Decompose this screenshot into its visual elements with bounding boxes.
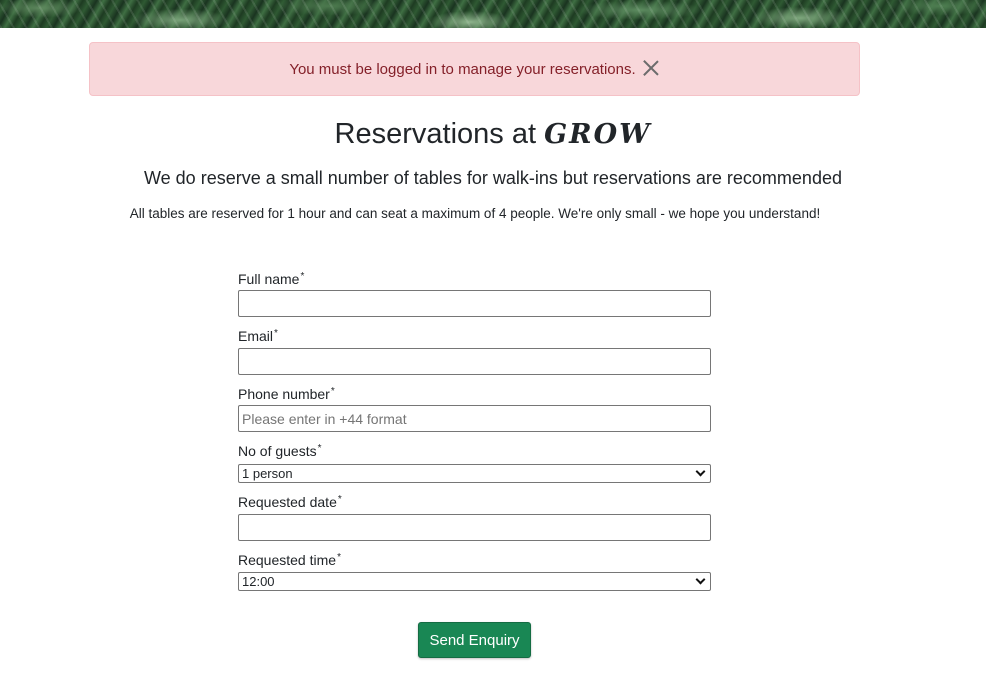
date-input[interactable] — [238, 514, 711, 541]
required-marker: * — [300, 271, 305, 282]
guests-select[interactable]: 1 person — [238, 464, 711, 483]
email-label: Email* — [238, 328, 278, 344]
email-label-text: Email — [238, 328, 274, 344]
header-leaf-banner — [0, 0, 986, 28]
close-icon[interactable] — [642, 59, 660, 77]
time-label: Requested time* — [238, 552, 341, 568]
time-label-text: Requested time — [238, 552, 337, 568]
brand-name: GROW — [544, 119, 652, 150]
login-required-alert: You must be logged in to manage your res… — [89, 42, 860, 96]
send-enquiry-button[interactable]: Send Enquiry — [418, 622, 531, 658]
required-marker: * — [330, 386, 335, 397]
full-name-label: Full name* — [238, 271, 304, 287]
required-marker: * — [317, 443, 322, 454]
page-title: Reservations at GROW — [0, 118, 986, 151]
time-selected-value: 12:00 — [242, 574, 275, 589]
chevron-down-icon — [695, 574, 706, 585]
full-name-input[interactable] — [238, 290, 711, 317]
email-input[interactable] — [238, 348, 711, 375]
alert-message: You must be logged in to manage your res… — [289, 60, 636, 78]
guests-label: No of guests* — [238, 443, 322, 459]
chevron-down-icon — [695, 466, 706, 477]
title-prefix: Reservations at — [334, 118, 537, 150]
full-name-label-text: Full name — [238, 271, 300, 287]
banner-texture — [0, 0, 986, 28]
phone-label: Phone number* — [238, 386, 335, 402]
time-select[interactable]: 12:00 — [238, 572, 711, 591]
required-marker: * — [337, 494, 342, 505]
guests-label-text: No of guests — [238, 443, 317, 459]
phone-input[interactable] — [238, 405, 711, 432]
date-label: Requested date* — [238, 494, 342, 510]
date-label-text: Requested date — [238, 494, 337, 510]
required-marker: * — [337, 552, 341, 563]
guests-selected-value: 1 person — [242, 466, 293, 481]
page-subtitle: We do reserve a small number of tables f… — [144, 168, 842, 188]
reservation-note: All tables are reserved for 1 hour and c… — [129, 206, 821, 221]
required-marker: * — [274, 328, 278, 339]
phone-label-text: Phone number — [238, 386, 330, 402]
